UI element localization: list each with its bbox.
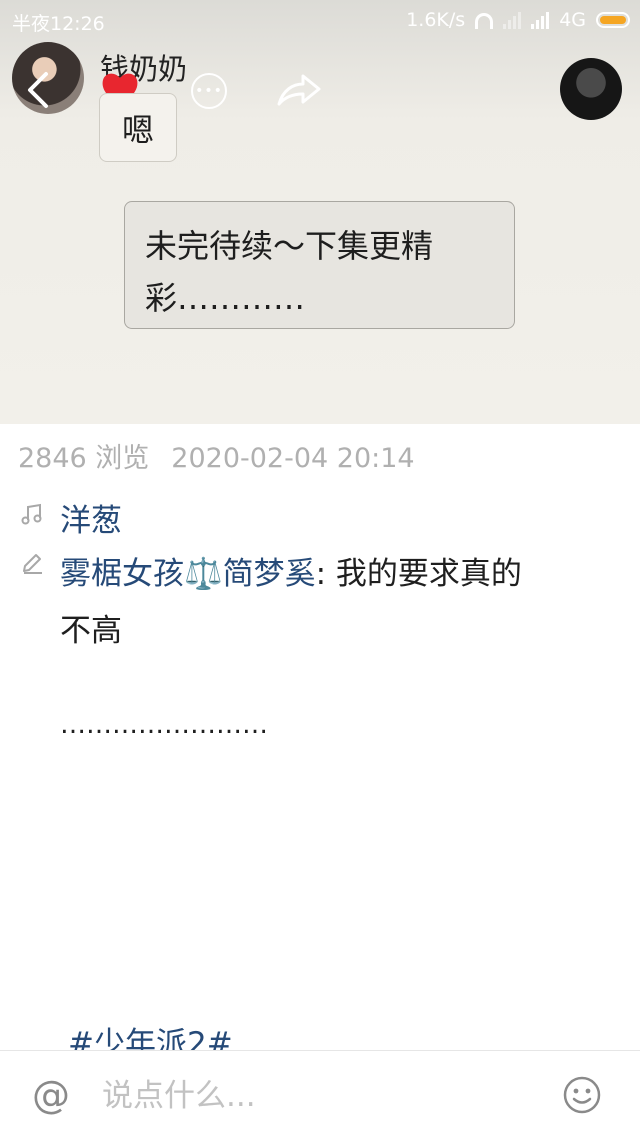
caption-text-line1: 我的要求真的 xyxy=(335,556,522,592)
bubble-large-line2: 彩………… xyxy=(145,279,306,317)
bubble-small-text: 嗯 xyxy=(121,110,154,149)
caption-ellipsis: …………………… xyxy=(60,710,268,740)
post-meta: 2846 浏览 2020-02-04 20:14 xyxy=(18,436,415,475)
battery-icon xyxy=(596,12,630,28)
caption-text-line2: 不高 xyxy=(60,613,122,649)
caption-separator: : xyxy=(315,556,336,592)
net-speed: 1.6K/s xyxy=(406,9,466,31)
chat-bubble-small: 嗯 xyxy=(99,93,177,162)
cell-signal-icon xyxy=(531,11,550,29)
caption-user-link[interactable]: 雾椐女孩⚖️简梦奚 xyxy=(60,556,316,592)
status-right: 1.6K/s 4G xyxy=(406,9,630,31)
wifi-signal-icon xyxy=(503,11,522,29)
music-title-link[interactable]: 洋葱 xyxy=(60,495,122,540)
music-note-icon xyxy=(20,502,44,530)
more-icon[interactable]: ••• xyxy=(191,73,227,109)
network-type: 4G xyxy=(559,9,586,31)
post-caption: 雾椐女孩⚖️简梦奚: 我的要求真的不高 xyxy=(60,546,630,660)
pencil-icon xyxy=(20,551,44,579)
mention-button[interactable]: @ xyxy=(32,1073,70,1117)
comment-input-bar: @ xyxy=(0,1050,640,1139)
headphone-icon xyxy=(475,13,494,29)
share-icon[interactable] xyxy=(275,70,323,114)
status-bar: 半夜12:26 1.6K/s 4G xyxy=(0,0,640,44)
back-arrow-icon[interactable] xyxy=(24,70,54,110)
bubble-large-line1: 未完待续～下集更精 xyxy=(145,227,434,265)
emoji-icon[interactable] xyxy=(562,1075,602,1119)
hashtag-link[interactable]: #少年派2# xyxy=(68,1018,233,1052)
chat-bubble-large: 未完待续～下集更精 彩………… xyxy=(124,201,515,329)
user-avatar[interactable] xyxy=(560,58,622,120)
post-datetime: 2020-02-04 20:14 xyxy=(171,443,415,474)
comment-input[interactable] xyxy=(100,1069,544,1123)
view-count: 2846 浏览 xyxy=(18,443,150,474)
status-time: 半夜12:26 xyxy=(12,13,105,35)
